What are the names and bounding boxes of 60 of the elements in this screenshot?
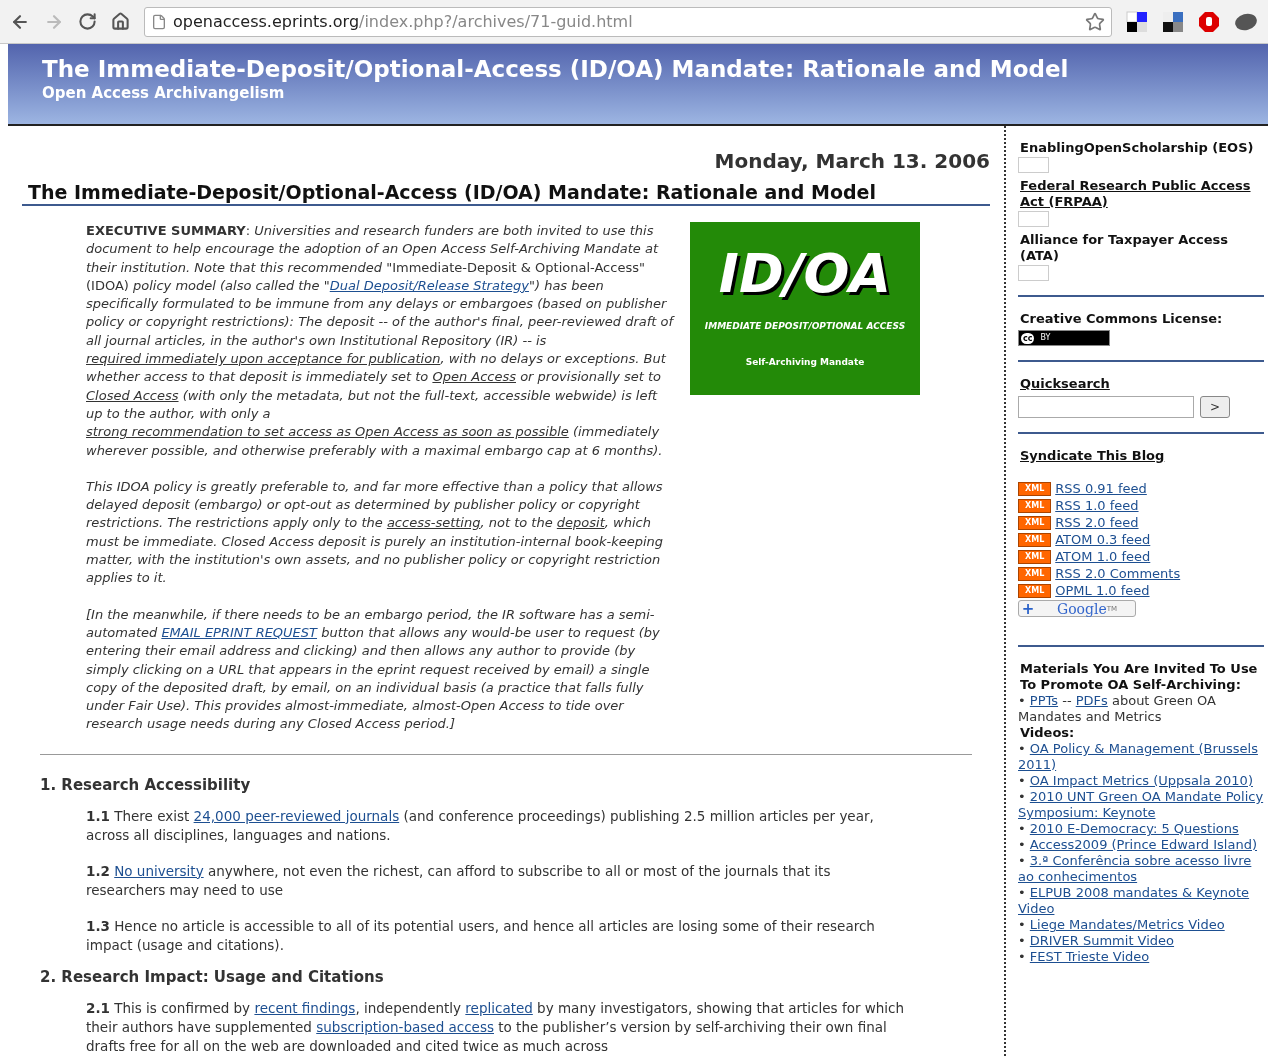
video-link[interactable]: • DRIVER Summit Video — [1018, 933, 1264, 949]
videos-label: Videos: — [1020, 725, 1076, 741]
text-link[interactable]: subscription-based access — [316, 1018, 494, 1035]
text-link[interactable]: No university — [114, 862, 204, 879]
url-text: openaccess.eprints.org/index.php?/archives/71-guid.html — [173, 10, 634, 33]
text-link[interactable]: Closed Access — [86, 387, 179, 403]
feed-link[interactable]: ATOM 0.3 feed — [1055, 531, 1151, 548]
materials-heading: Materials You Are Invited To Use To Promote OA Self-Archiving: — [1020, 661, 1259, 693]
text-link[interactable]: access-setting — [386, 515, 481, 531]
video-link[interactable]: • 3.ª Conferência sobre acesso livre ao conhecimentos — [1018, 853, 1264, 885]
paragraph: This IDOA policy is greatly preferable to, and far more effective than a policy that allows delayed deposit (embargo) or opt-out as determined by publisher policy or copyright restrictions. The restrictions apply only to the access-setting, not to the deposit, which must be immediate. Closed Access deposit is purely an institution-internal book-keeping matter, with the institution's own assets, and no publisher policy or copyright restriction applies to it. — [86, 477, 665, 588]
text-link[interactable]: EMAIL EPRINT REQUEST — [161, 624, 318, 640]
campaign-title[interactable]: Federal Research Public Access Act (FRPAA) — [1020, 178, 1264, 210]
text-link[interactable]: replicated — [465, 999, 533, 1016]
campaign-title: Alliance for Taxpayer Access (ATA) — [1020, 232, 1230, 264]
address-bar[interactable]: openaccess.eprints.org/index.php?/archives/71-guid.html — [144, 6, 1112, 37]
video-link[interactable]: • OA Policy & Management (Brussels 2011) — [1018, 741, 1264, 773]
text-link[interactable]: deposit — [556, 515, 605, 531]
text-link[interactable]: Open Access — [432, 369, 516, 385]
paragraph: [In the meanwhile, if there needs to be an embargo period, the IR software has a semi-automated EMAIL EPRINT REQUEST button that allows any would-be user to request (by entering their email address and clicking) and then allows any author to provide (by simply clicking on a URL that appears in the eprint request received by email) a single copy of the deposited draft, by email, on an individual basis (a practice that falls fully under Fair Use). This provides almost-immediate, almost-Open Access to tide over research usage needs during any Closed Access period.] — [86, 605, 661, 734]
search-button[interactable]: > — [1200, 396, 1230, 418]
text-link[interactable]: PPTs — [1029, 693, 1059, 708]
text-link[interactable]: strong recommendation to set access as Open Access as soon as possible — [86, 424, 569, 440]
logo-subtitle: IMMEDIATE DEPOSIT/OPTIONAL ACCESS — [704, 320, 906, 333]
text-link[interactable]: 24,000 peer-reviewed journals — [193, 807, 400, 824]
numbered-paragraph: 1.2 No university anywhere, not even the richest, can afford to subscribe to all or most of the journals that its researchers may need to use — [86, 861, 832, 900]
numbered-paragraph: 1.1 There exist 24,000 peer-reviewed journals (and conference proceedings) publishing 2.5 million articles per year, across all disciplines, languages and nations. — [86, 806, 875, 845]
numbered-paragraph: 2.1 This is confirmed by recent findings, independently replicated by many investigators, showing that articles for which their authors have supplemented subscription-based access to the publisher’s version by self-archiving their own final drafts free for all on the web are downloaded and cited twice as much across — [86, 998, 906, 1056]
blog-title[interactable]: The Immediate-Deposit/Optional-Access (ID/OA) Mandate: Rationale and Model — [42, 54, 1234, 84]
license-badge[interactable]: cc BY — [1018, 330, 1110, 346]
feed-link[interactable]: RSS 2.0 Comments — [1055, 565, 1181, 582]
text-link[interactable]: Dual Deposit/Release Strategy — [329, 277, 529, 293]
video-link[interactable]: • Access2009 (Prince Edward Island) — [1018, 837, 1264, 853]
video-link[interactable]: • OA Impact Metrics (Uppsala 2010) — [1018, 773, 1264, 789]
video-link[interactable]: • Liege Mandates/Metrics Video — [1018, 917, 1264, 933]
numbered-paragraph: 1.3 Hence no article is accessible to all of its potential users, and hence all articles are losing some of their research impact (usage and citations). — [86, 916, 876, 955]
text-link[interactable]: PDFs — [1075, 693, 1108, 708]
logo-caption: Self-Archiving Mandate — [745, 355, 865, 369]
license-heading: Creative Commons License: — [1020, 311, 1224, 327]
video-link[interactable]: • ELPUB 2008 mandates & Keynote Video — [1018, 885, 1264, 917]
section-heading: 2. Research Impact: Usage and Citations — [40, 966, 385, 987]
paragraph: EXECUTIVE SUMMARY: Universities and research funders are both invited to use this document to help encourage the adoption of an Open Access Self-Archiving Mandate at their institution. Note that this recommended "Immediate-Deposit & Optional-Access" (IDOA) policy model (also called the "Dual Deposit/Release Strategy") has been specifically formulated to be immune from any delays or embargoes (based on publisher policy or copyright restrictions): The deposit -- of the author's final, peer-reviewed draft of all journal articles, in the author's own Institutional Repository (IR) -- is required immediately upon acceptance for publication, with no delays or exceptions. But whether access to that deposit is immediately set to Open Access or provisionally set to Closed Access (with only the metadata, but not the full-text, accessible webwide) is left up to the author, with only a strong recommendation to set access as Open Access as soon as possible (immediately wherever possible, and otherwise preferably with a maximal embargo cap at 6 months). — [86, 222, 676, 460]
section-heading: 1. Research Accessibility — [40, 774, 252, 795]
feed-link[interactable]: RSS 0.91 feed — [1055, 480, 1147, 497]
video-link[interactable]: • 2010 E-Democracy: 5 Questions — [1018, 821, 1264, 837]
entry-date: Monday, March 13. 2006 — [713, 148, 990, 174]
materials-item: • PPTs -- PDFs about Green OA Mandates and Metrics — [1018, 693, 1217, 725]
quicksearch-heading[interactable]: Quicksearch — [1020, 376, 1264, 392]
video-link[interactable]: • 2010 UNT Green OA Mandate Policy Symposium: Keynote — [1018, 789, 1264, 821]
feed-link[interactable]: ATOM 1.0 feed — [1055, 548, 1151, 565]
syndicate-heading[interactable]: Syndicate This Blog — [1020, 448, 1264, 464]
feed-link[interactable]: RSS 2.0 feed — [1055, 514, 1139, 531]
video-link[interactable]: • FEST Trieste Video — [1018, 949, 1264, 965]
entry-title[interactable]: The Immediate-Deposit/Optional-Access (ID/OA) Mandate: Rationale and Model — [22, 180, 990, 206]
feed-link[interactable]: RSS 1.0 feed — [1055, 497, 1139, 514]
logo-title: ID/OA — [718, 242, 892, 306]
text-link[interactable]: recent findings — [254, 999, 356, 1016]
campaign-title: EnablingOpenScholarship (EOS) — [1020, 140, 1255, 156]
feed-link[interactable]: OPML 1.0 feed — [1055, 582, 1150, 599]
blog-subtitle: Open Access Archivangelism — [42, 84, 286, 102]
